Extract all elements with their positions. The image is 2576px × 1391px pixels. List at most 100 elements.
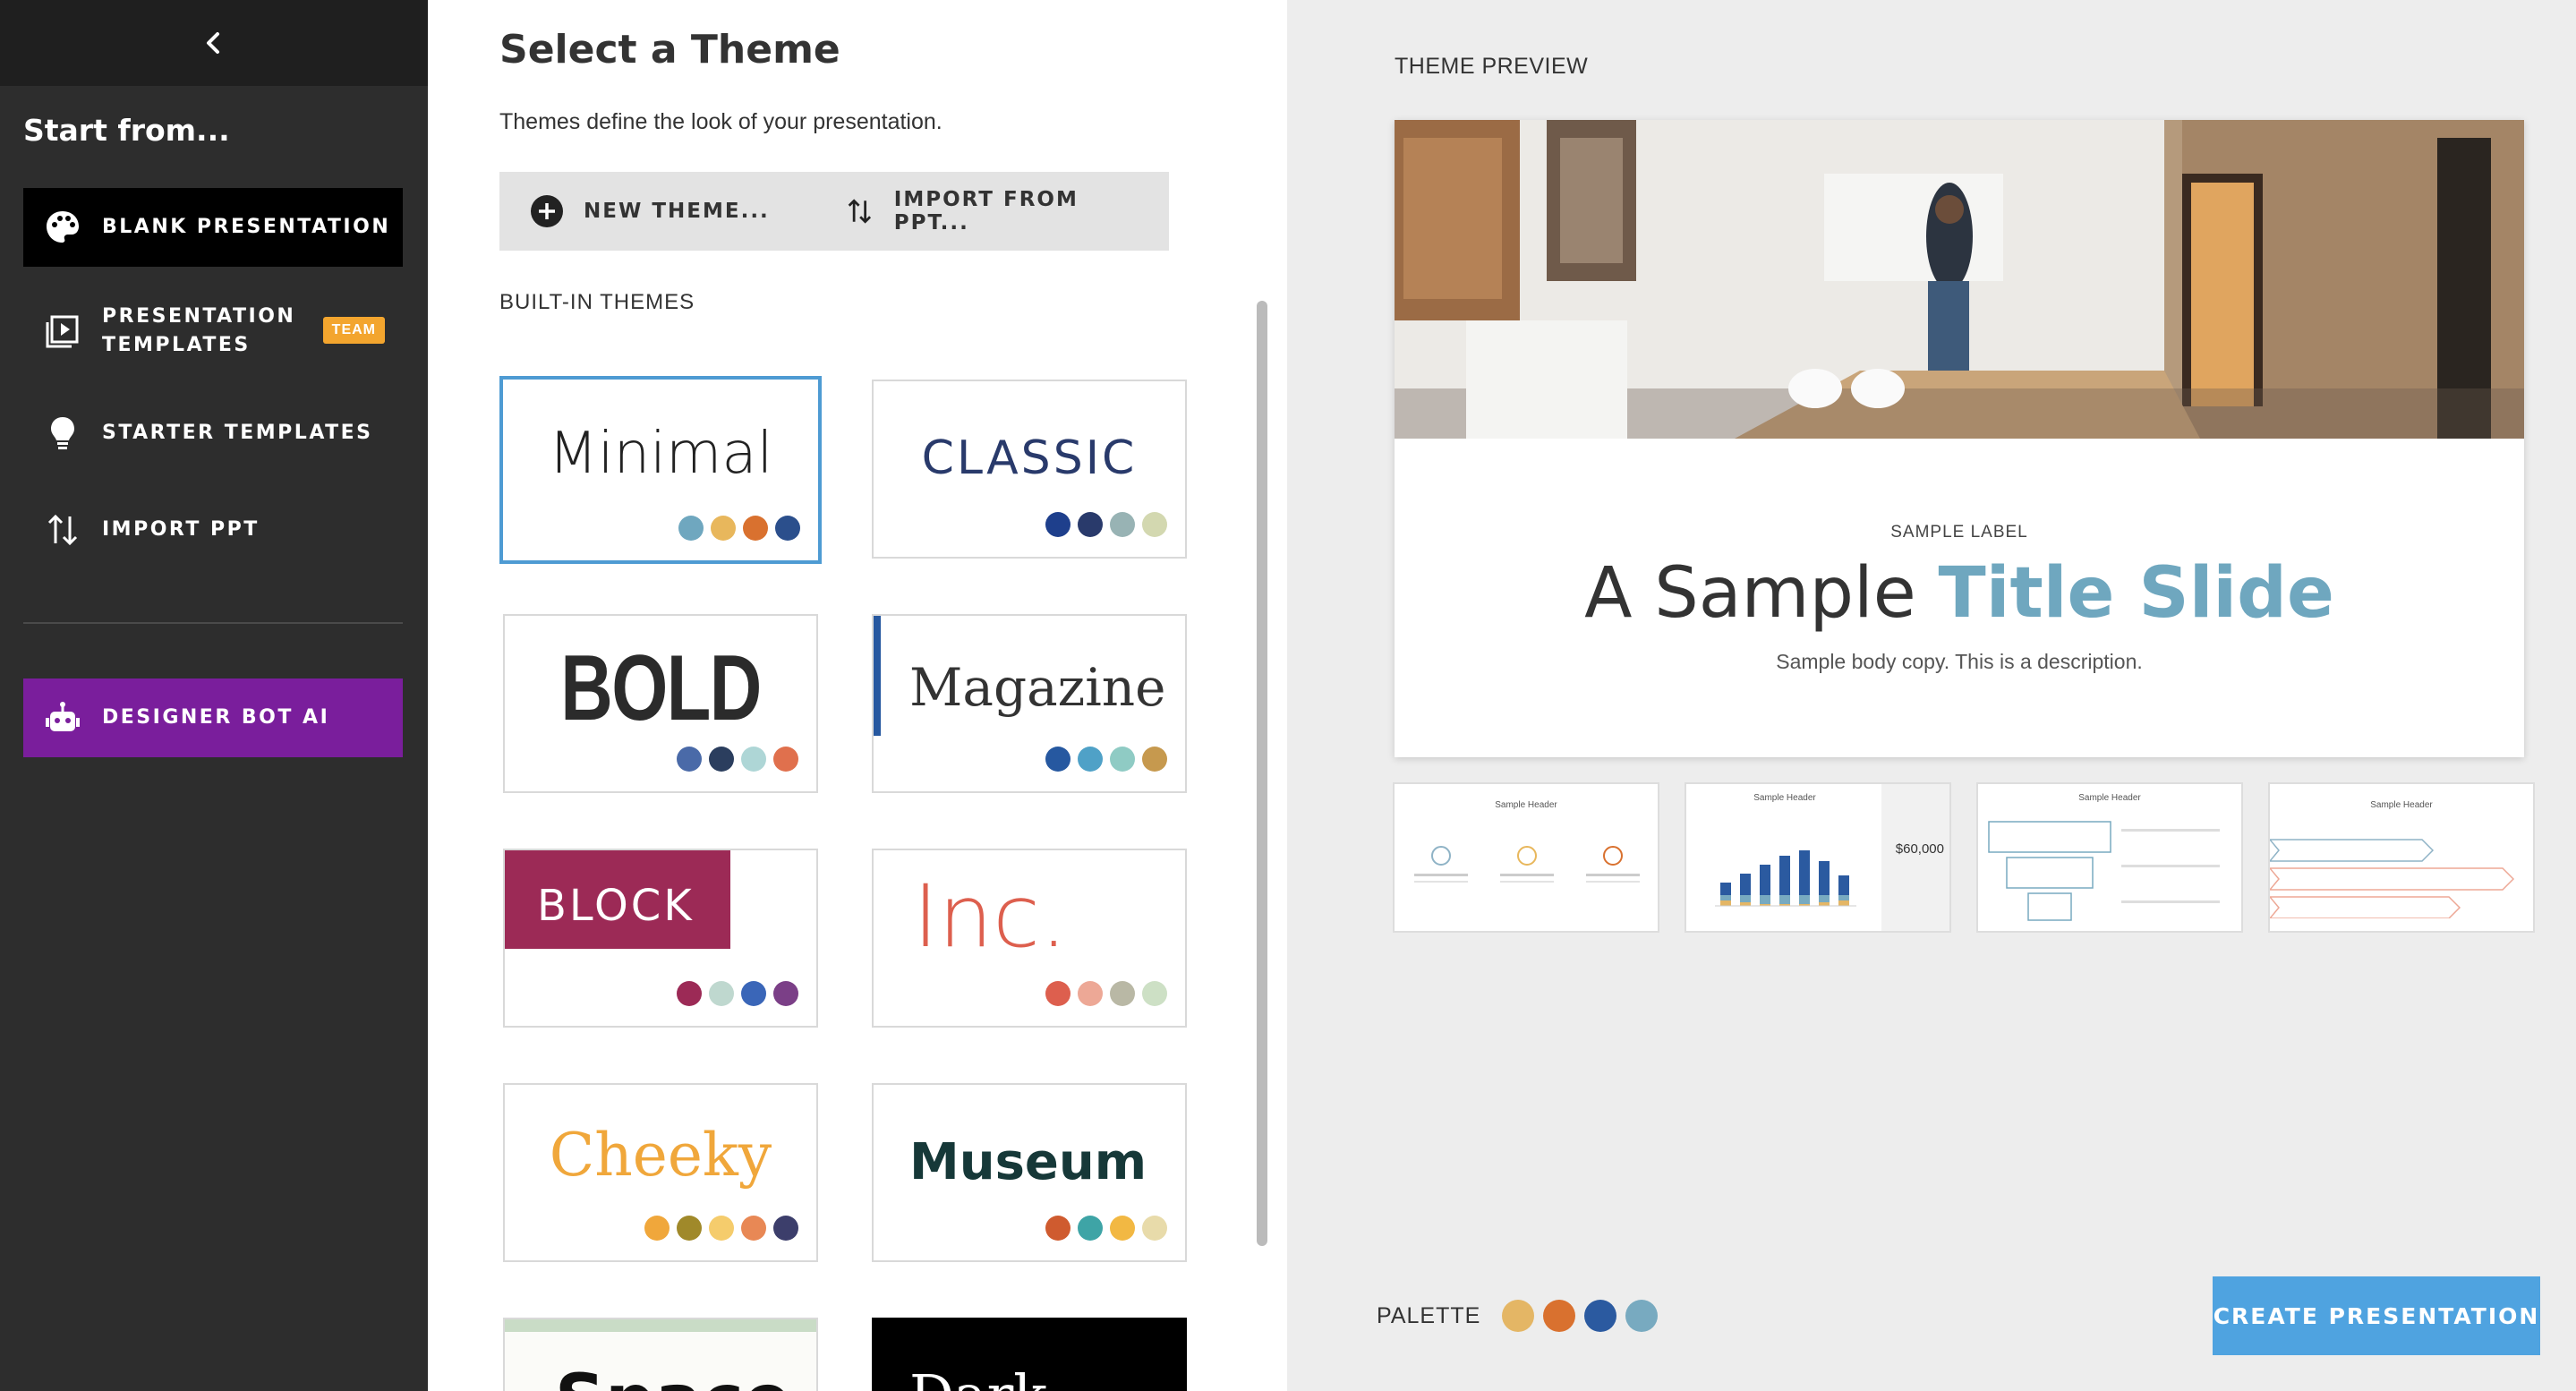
color-swatch — [1078, 981, 1103, 1006]
create-presentation-button[interactable]: CREATE PRESENTATION — [2213, 1276, 2540, 1355]
color-swatch — [775, 516, 800, 541]
color-swatch — [1045, 981, 1070, 1006]
scrollbar[interactable] — [1257, 301, 1267, 1246]
title-slide-preview: SAMPLE LABEL A Sample Title Slide Sample… — [1395, 120, 2524, 757]
color-swatch — [741, 981, 766, 1006]
color-swatch — [1142, 512, 1167, 537]
theme-card-museum[interactable]: Museum — [872, 1083, 1187, 1262]
page-subtitle: Themes define the look of your presentat… — [499, 109, 943, 134]
accent-bar — [505, 1319, 816, 1332]
theme-name: Space — [555, 1361, 791, 1391]
sidebar-divider — [23, 622, 403, 624]
robot-icon — [23, 699, 102, 737]
theme-name: Inc. — [913, 866, 1068, 967]
theme-colors — [1045, 981, 1167, 1006]
color-swatch — [741, 1216, 766, 1241]
theme-card-classic[interactable]: CLASSIC — [872, 380, 1187, 559]
color-swatch — [1110, 981, 1135, 1006]
slide-title: A Sample Title Slide — [1395, 553, 2524, 634]
color-swatch — [1142, 747, 1167, 772]
sidebar-item-designer-bot-ai[interactable]: DESIGNER BOT AI — [23, 678, 403, 757]
color-swatch — [678, 516, 704, 541]
sidebar-item-label: STARTER TEMPLATES — [102, 422, 373, 444]
layout-thumbnail[interactable]: Sample Header — [1976, 782, 2243, 933]
thumbnail-header: Sample Header — [1753, 793, 1816, 803]
color-swatch — [677, 981, 702, 1006]
theme-colors — [1045, 747, 1167, 772]
slide-body: Sample body copy. This is a description. — [1776, 650, 2143, 673]
color-swatch — [743, 516, 768, 541]
import-from-ppt-button[interactable]: IMPORT FROM PPT... — [815, 172, 1169, 251]
back-button[interactable] — [187, 16, 241, 70]
new-theme-label: NEW THEME... — [584, 200, 770, 223]
theme-colors — [644, 1216, 798, 1241]
color-swatch — [1078, 512, 1103, 537]
palette-label: PALETTE — [1377, 1303, 1481, 1328]
import-arrows-icon — [848, 199, 872, 224]
sidebar-item-label: DESIGNER BOT AI — [102, 706, 330, 729]
color-swatch — [709, 747, 734, 772]
theme-colors — [677, 747, 798, 772]
theme-name: BLOCK — [537, 881, 695, 931]
theme-colors — [1045, 1216, 1167, 1241]
sidebar-item-blank-presentation[interactable]: BLANK PRESENTATION — [23, 188, 403, 267]
sidebar: Start from... BLANK PRESENTATION PRESENT… — [0, 0, 428, 1391]
color-swatch — [1625, 1300, 1658, 1332]
new-theme-button[interactable]: NEW THEME... — [499, 172, 823, 251]
import-from-ppt-label: IMPORT FROM PPT... — [893, 188, 1079, 235]
sidebar-item-presentation-templates[interactable]: PRESENTATION TEMPLATES TEAM — [23, 292, 403, 371]
page-title: Select a Theme — [499, 27, 840, 73]
color-swatch — [741, 747, 766, 772]
slide-sample-label: SAMPLE LABEL — [1890, 523, 2028, 542]
color-swatch — [709, 981, 734, 1006]
plus-circle-icon — [531, 195, 563, 227]
theme-card-inc[interactable]: Inc. — [872, 849, 1187, 1028]
color-swatch — [1045, 512, 1070, 537]
built-in-themes-heading: BUILT-IN THEMES — [499, 290, 695, 314]
color-swatch — [773, 981, 798, 1006]
theme-card-space[interactable]: Space — [503, 1318, 818, 1391]
theme-name: CLASSIC — [921, 431, 1138, 485]
color-swatch — [1142, 1216, 1167, 1241]
theme-card-block[interactable]: BLOCK — [503, 849, 818, 1028]
sidebar-item-import-ppt[interactable]: IMPORT PPT — [23, 491, 403, 569]
layout-thumbnail[interactable]: Sample Header $60,000 — [1685, 782, 1951, 933]
thumbnail-value: $60,000 — [1895, 841, 1944, 857]
theme-colors — [1045, 512, 1167, 537]
color-swatch — [1110, 747, 1135, 772]
thumbnail-header: Sample Header — [2370, 800, 2433, 810]
accent-bar — [874, 616, 881, 736]
color-swatch — [1543, 1300, 1575, 1332]
theme-card-bold[interactable]: BOLD — [503, 614, 818, 793]
color-swatch — [1110, 512, 1135, 537]
theme-card-cheeky[interactable]: Cheeky — [503, 1083, 818, 1262]
color-swatch — [1584, 1300, 1616, 1332]
color-swatch — [709, 1216, 734, 1241]
sidebar-item-label: IMPORT PPT — [102, 518, 260, 541]
color-swatch — [773, 747, 798, 772]
theme-name: Magazine — [909, 657, 1166, 718]
color-swatch — [1045, 1216, 1070, 1241]
color-swatch — [711, 516, 736, 541]
theme-card-magazine[interactable]: Magazine — [872, 614, 1187, 793]
color-swatch — [1110, 1216, 1135, 1241]
sidebar-block — [1881, 784, 1949, 931]
theme-name: Dark — [909, 1362, 1047, 1391]
lightbulb-icon — [23, 414, 102, 452]
palette-icon — [23, 209, 102, 246]
sidebar-header — [0, 0, 428, 86]
color-swatch — [1045, 747, 1070, 772]
sidebar-item-label: BLANK PRESENTATION — [102, 216, 391, 238]
theme-card-dark[interactable]: Dark — [872, 1318, 1187, 1391]
layout-thumbnail[interactable]: Sample Header — [1393, 782, 1659, 933]
slide-title-accent: Title Slide — [1938, 553, 2334, 634]
sidebar-item-starter-templates[interactable]: STARTER TEMPLATES — [23, 394, 403, 473]
theme-colors — [677, 981, 798, 1006]
theme-card-minimal[interactable]: Minimal — [499, 376, 822, 564]
theme-preview-heading: THEME PREVIEW — [1395, 54, 1589, 79]
theme-preview-panel: THEME PREVIEW SAMPLE LABEL A Sample Titl… — [1287, 0, 2576, 1391]
palette-swatches — [1502, 1300, 1658, 1332]
theme-colors — [678, 516, 800, 541]
layout-thumbnail[interactable]: Sample Header — [2268, 782, 2535, 933]
slides-play-icon — [23, 312, 102, 350]
